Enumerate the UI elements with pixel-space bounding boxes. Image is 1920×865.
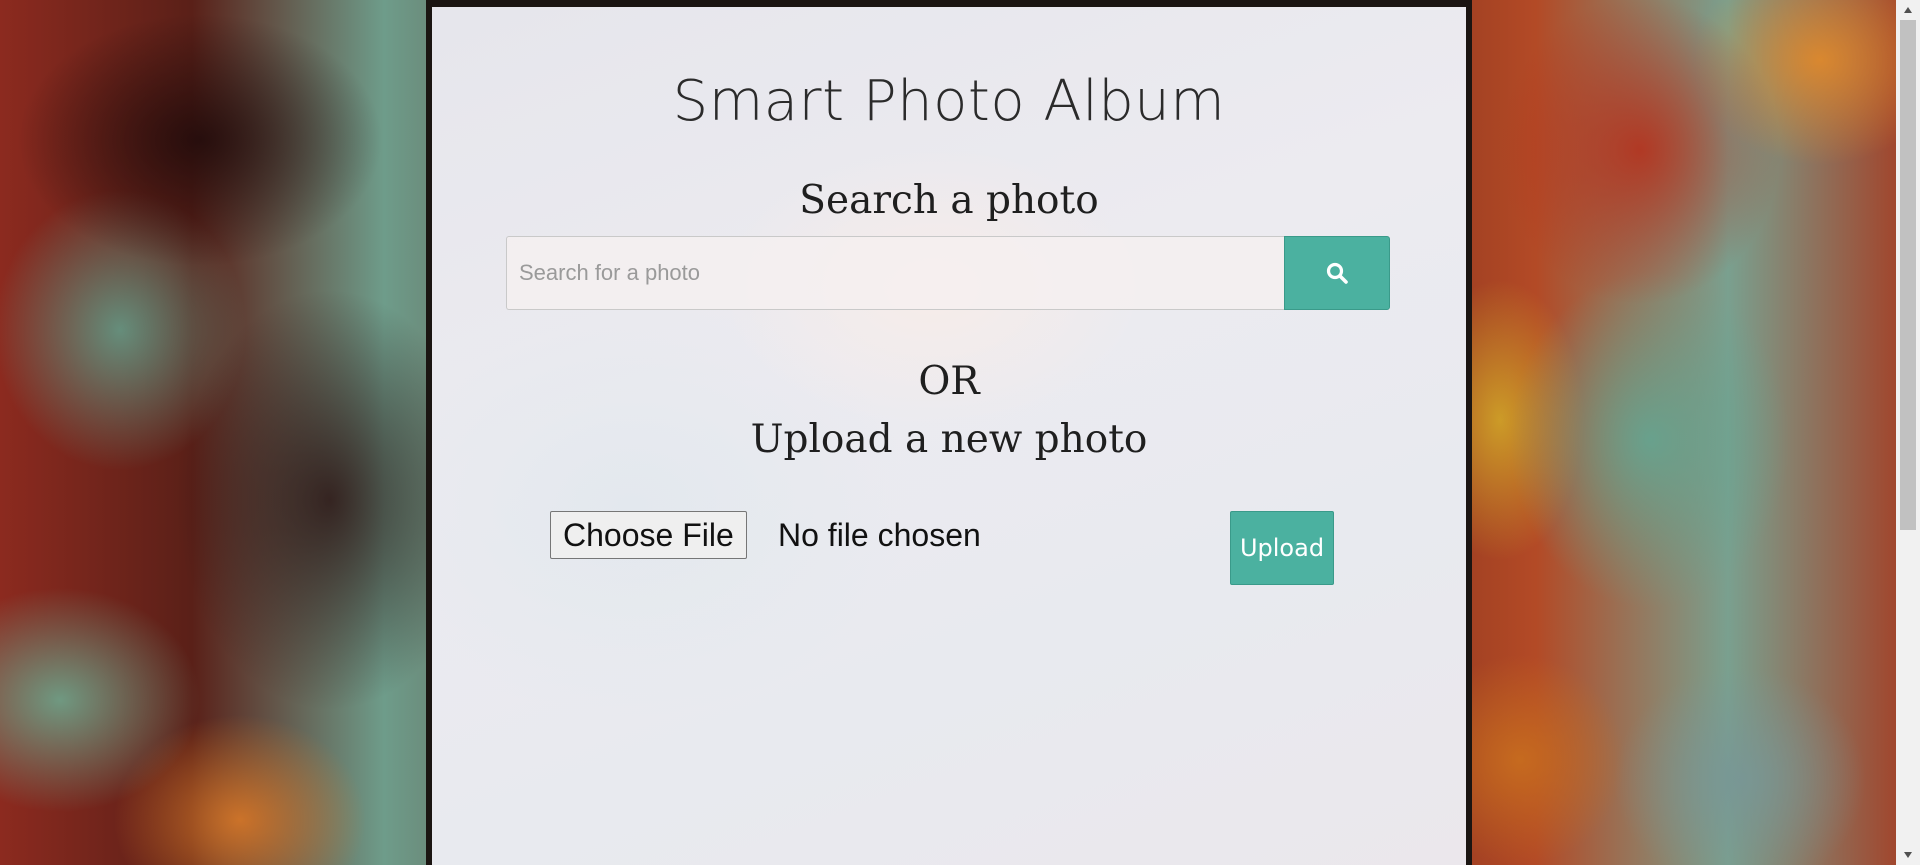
- search-heading: Search a photo: [799, 178, 1099, 223]
- page-title: Smart Photo Album: [672, 69, 1226, 134]
- page-background: Smart Photo Album Search a photo OR Uplo…: [0, 0, 1920, 865]
- search-input[interactable]: [506, 236, 1284, 310]
- file-status-text: No file chosen: [778, 517, 981, 553]
- or-divider: OR: [918, 359, 980, 404]
- upload-form: Choose File No file chosen Upload: [550, 505, 1334, 585]
- main-panel: Smart Photo Album Search a photo OR Uplo…: [426, 0, 1472, 865]
- upload-button[interactable]: Upload: [1230, 511, 1334, 585]
- scroll-down-icon[interactable]: [1896, 845, 1920, 865]
- scroll-up-icon[interactable]: [1896, 0, 1920, 20]
- choose-file-button[interactable]: Choose File: [550, 511, 747, 559]
- upload-heading: Upload a new photo: [750, 417, 1148, 462]
- vertical-scrollbar[interactable]: [1896, 0, 1920, 865]
- search-button[interactable]: [1284, 236, 1390, 310]
- search-bar: [506, 236, 1390, 310]
- search-icon: [1326, 262, 1348, 284]
- scrollbar-thumb[interactable]: [1900, 20, 1916, 530]
